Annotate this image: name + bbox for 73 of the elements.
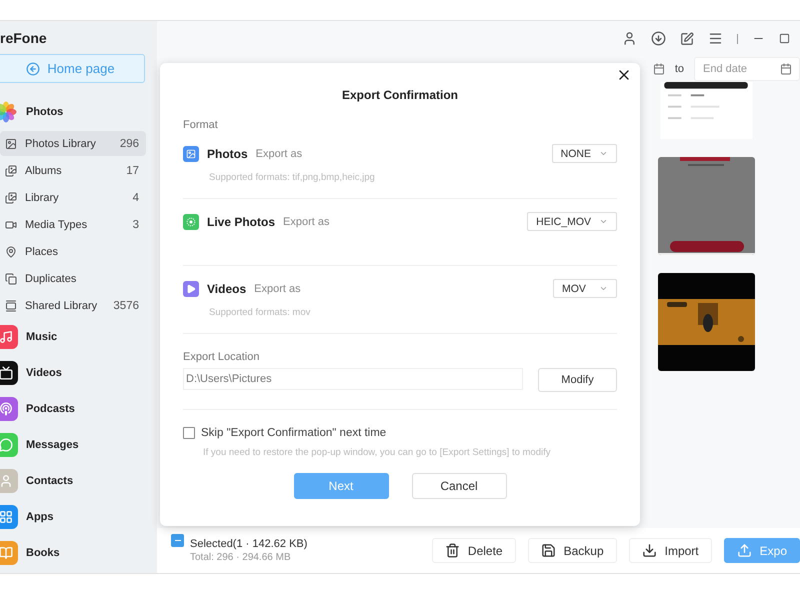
caret-icon: [599, 284, 608, 293]
section-label: Format: [183, 119, 218, 131]
format-hint: Export as: [254, 282, 302, 294]
sidebar-category[interactable]: Videos: [0, 355, 157, 391]
app-name: reFone: [0, 30, 48, 46]
end-date-field[interactable]: End date: [694, 57, 800, 81]
total-summary: Total: 296 · 294.66 MB: [190, 552, 292, 563]
location-field[interactable]: D:\Users\Pictures: [183, 368, 523, 390]
calendar-icon[interactable]: [652, 63, 665, 75]
account-icon[interactable]: [622, 31, 637, 46]
maximize-icon[interactable]: [779, 33, 790, 44]
sidebar-category[interactable]: Books: [0, 535, 157, 571]
location-label: Export Location: [183, 351, 260, 363]
sidebar-category[interactable]: Music: [0, 319, 157, 355]
export-icon: [736, 543, 752, 558]
menu-icon[interactable]: [708, 31, 723, 46]
skip-checkbox[interactable]: Skip "Export Confirmation" next time: [183, 427, 617, 439]
format-dropdown[interactable]: MOV: [553, 279, 617, 298]
backup-icon: [540, 543, 556, 558]
format-dropdown[interactable]: NONE: [552, 144, 617, 163]
calendar-icon[interactable]: [780, 63, 792, 75]
cancel-button[interactable]: Cancel: [412, 473, 506, 499]
music-app-icon: [0, 325, 18, 349]
to-label: to: [674, 63, 684, 75]
import-icon: [642, 543, 657, 558]
format-name: Live Photos: [207, 214, 276, 228]
download-icon[interactable]: [651, 31, 666, 46]
caret-icon: [599, 217, 608, 226]
delete-button[interactable]: Delete: [432, 538, 516, 563]
format-hint: Export as: [256, 148, 304, 160]
skip-note: If you need to restore the pop-up window, you can go to [Export Settings] to modify: [203, 447, 552, 458]
pin-icon: [5, 246, 17, 258]
format-note: Supported formats: tif,png,bmp,heic,jpg: [209, 172, 376, 183]
format-name: Photos: [207, 146, 248, 160]
sidebar-category[interactable]: Apps: [0, 499, 157, 535]
select-all-checkbox[interactable]: [171, 534, 184, 547]
image-icon: [5, 138, 17, 150]
sidebar-category[interactable]: Photos: [0, 94, 157, 130]
delete-icon: [444, 543, 460, 558]
duplicate-icon: [5, 272, 17, 284]
photos-format-icon: [183, 146, 199, 162]
selected-summary: Selected(1 · 142.62 KB): [190, 538, 308, 550]
sidebar-item[interactable]: Shared Library 3576: [0, 293, 146, 318]
live-format-icon: [183, 214, 199, 230]
modify-button[interactable]: Modify: [538, 368, 617, 392]
format-hint: Export as: [283, 216, 330, 228]
sidebar-item[interactable]: Photos Library 296: [0, 131, 146, 156]
sidebar-item[interactable]: Places: [0, 239, 146, 264]
contacts-app-icon: [0, 469, 18, 493]
books-app-icon: [0, 541, 18, 565]
sidebar-item[interactable]: Library 4: [0, 185, 146, 210]
format-dropdown[interactable]: HEIC_MOV: [527, 212, 617, 231]
sidebar-category[interactable]: Contacts: [0, 463, 157, 499]
sidebar-item[interactable]: Albums 17: [0, 158, 146, 183]
tv-app-icon: [0, 361, 18, 385]
video-icon: [5, 218, 17, 230]
import-button[interactable]: Import: [628, 538, 712, 563]
photos-app-icon: [0, 100, 18, 124]
podcasts-app-icon: [0, 397, 18, 421]
apps-app-icon: [0, 505, 18, 529]
sidebar-category[interactable]: Messages: [0, 427, 157, 463]
sidebar-item[interactable]: Media Types 3: [0, 212, 146, 237]
format-note: Supported formats: mov: [209, 307, 312, 318]
format-name: Videos: [207, 282, 246, 296]
messages-app-icon: [0, 433, 18, 457]
album-icon: [5, 164, 17, 176]
sidebar-category[interactable]: Podcasts: [0, 391, 157, 427]
caret-icon: [599, 149, 608, 158]
backup-button[interactable]: Backup: [528, 538, 617, 563]
album-icon: [5, 192, 17, 204]
videos-format-icon: [183, 280, 199, 296]
dialog-title: Export Confirmation: [342, 88, 458, 102]
sidebar-item[interactable]: Duplicates: [0, 266, 146, 291]
